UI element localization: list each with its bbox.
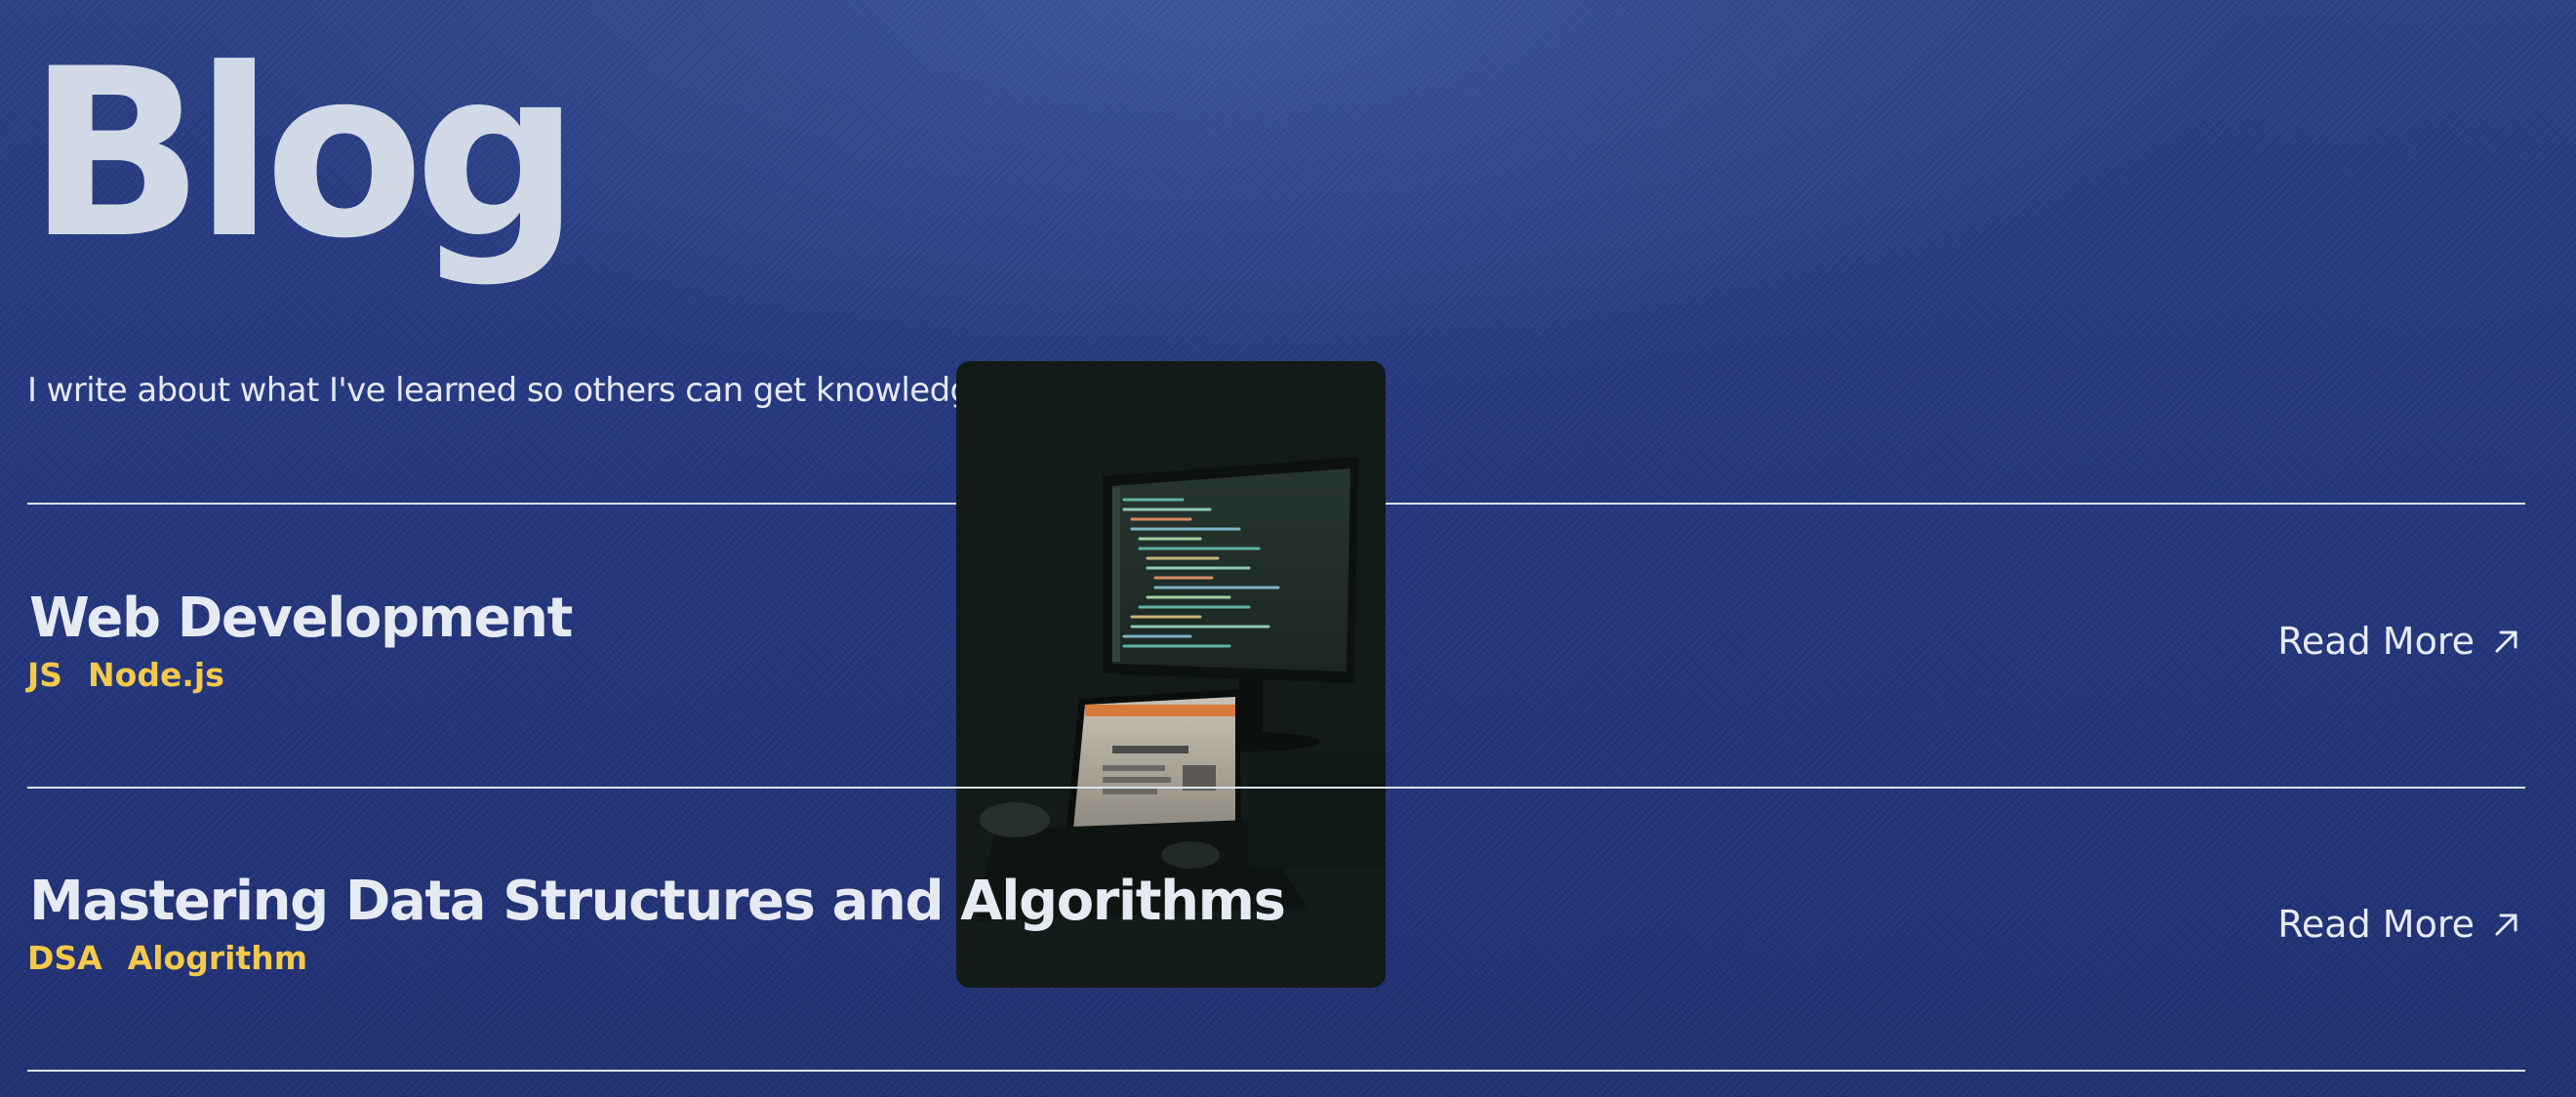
- read-more-link[interactable]: Read More: [2277, 617, 2521, 666]
- post-tags: DSA Alogrithm: [27, 939, 307, 978]
- tag-dsa: DSA: [27, 939, 102, 977]
- page-title: Blog: [27, 20, 581, 290]
- read-more-label: Read More: [2277, 903, 2475, 946]
- post-title[interactable]: Mastering Data Structures and Algorithms: [29, 869, 1286, 935]
- post-title[interactable]: Web Development: [29, 586, 573, 652]
- post-item-web-development[interactable]: Web Development JS Node.js Read More: [27, 586, 2525, 703]
- post-tags: JS Node.js: [27, 656, 224, 695]
- post-item-data-structures[interactable]: Mastering Data Structures and Algorithms…: [27, 869, 2525, 986]
- divider-bottom: [27, 1070, 2525, 1072]
- tag-algorithm: Alogrithm: [127, 939, 308, 977]
- arrow-up-right-icon: [2495, 630, 2517, 653]
- tag-nodejs: Node.js: [88, 656, 224, 694]
- arrow-up-right-icon: [2495, 914, 2517, 936]
- read-more-label: Read More: [2277, 620, 2475, 663]
- divider-middle: [27, 787, 2525, 789]
- tag-js: JS: [27, 656, 63, 694]
- read-more-link[interactable]: Read More: [2277, 900, 2521, 949]
